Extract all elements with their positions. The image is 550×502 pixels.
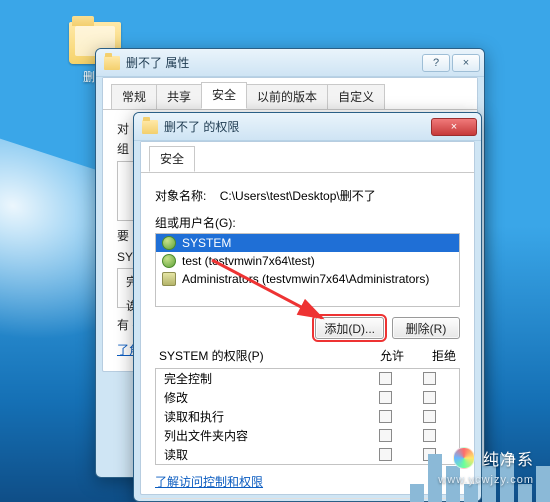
tab-custom[interactable]: 自定义	[327, 84, 385, 109]
permissions-title: 删不了 的权限	[164, 118, 431, 135]
user-list[interactable]: SYSTEM test (testvmwin7x64\test) Adminis…	[155, 233, 460, 307]
allow-checkbox[interactable]	[379, 410, 392, 423]
add-button[interactable]: 添加(D)...	[315, 317, 384, 339]
watermark-logo-icon	[453, 447, 475, 469]
properties-tabs: 常规 共享 安全 以前的版本 自定义	[103, 78, 477, 110]
tab-general[interactable]: 常规	[111, 84, 157, 109]
allow-checkbox[interactable]	[379, 429, 392, 442]
properties-titlebar[interactable]: 删不了 属性 ? ×	[96, 49, 484, 77]
user-label: Administrators (testvmwin7x64\Administra…	[182, 272, 429, 286]
folder-icon	[104, 56, 120, 70]
permissions-window: 删不了 的权限 × 安全 对象名称: C:\Users\test\Desktop…	[133, 112, 482, 502]
close-button[interactable]: ×	[431, 118, 477, 136]
tab-security[interactable]: 安全	[149, 146, 195, 172]
remove-button[interactable]: 删除(R)	[392, 317, 460, 339]
deny-checkbox[interactable]	[423, 410, 436, 423]
user-row-admins[interactable]: Administrators (testvmwin7x64\Administra…	[156, 270, 459, 288]
user-row-system[interactable]: SYSTEM	[156, 234, 459, 252]
perm-label: 修改	[164, 389, 363, 406]
permissions-table: 完全控制 修改 读取和执行 列出文件夹内	[155, 368, 460, 465]
perm-row: 读取和执行	[156, 407, 459, 426]
perm-label: 完全控制	[164, 370, 363, 387]
perm-row: 完全控制	[156, 369, 459, 388]
close-button[interactable]: ×	[452, 54, 480, 72]
object-name-value: C:\Users\test\Desktop\删不了	[220, 189, 376, 203]
allow-checkbox[interactable]	[379, 391, 392, 404]
tab-security[interactable]: 安全	[201, 82, 247, 109]
permissions-titlebar[interactable]: 删不了 的权限 ×	[134, 113, 481, 141]
perm-row: 列出文件夹内容	[156, 426, 459, 445]
user-label: SYSTEM	[182, 236, 231, 250]
help-button[interactable]: ?	[422, 54, 450, 72]
allow-checkbox[interactable]	[379, 372, 392, 385]
perm-row: 修改	[156, 388, 459, 407]
perm-label: 读取	[164, 446, 363, 463]
object-name-label: 对象名称:	[155, 189, 206, 203]
change-label-trunc: 要	[117, 227, 129, 244]
groups-label: 组或用户名(G):	[155, 214, 460, 231]
perm-header-label: SYSTEM 的权限(P)	[159, 347, 264, 364]
allow-checkbox[interactable]	[379, 448, 392, 461]
group-icon	[162, 272, 176, 286]
perm-label: 列出文件夹内容	[164, 427, 363, 444]
deny-checkbox[interactable]	[423, 372, 436, 385]
learn-link[interactable]: 了解访问控制和权限	[155, 475, 263, 489]
watermark-brand: 纯净系	[483, 446, 534, 470]
tab-sharing[interactable]: 共享	[156, 84, 202, 109]
tab-previous[interactable]: 以前的版本	[246, 84, 328, 109]
watermark-url: www.ycwjzy.com	[438, 474, 534, 486]
deny-checkbox[interactable]	[423, 429, 436, 442]
allow-header: 允许	[380, 347, 404, 364]
perm-label: 读取和执行	[164, 408, 363, 425]
watermark: 纯净系 www.ycwjzy.com	[453, 446, 534, 470]
deny-header: 拒绝	[432, 347, 456, 364]
user-icon	[162, 236, 176, 250]
properties-title: 删不了 属性	[126, 54, 422, 71]
folder-icon	[142, 120, 158, 134]
deny-checkbox[interactable]	[423, 391, 436, 404]
user-label: test (testvmwin7x64\test)	[182, 254, 315, 268]
user-row-test[interactable]: test (testvmwin7x64\test)	[156, 252, 459, 270]
user-icon	[162, 254, 176, 268]
